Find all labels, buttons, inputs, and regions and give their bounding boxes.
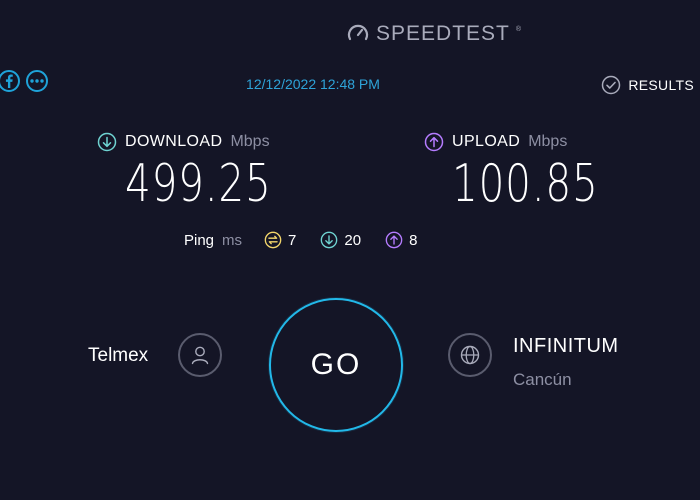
latency-icon	[264, 231, 282, 249]
server-location: Cancún	[513, 370, 572, 389]
arrow-up-circle-icon	[385, 231, 403, 249]
results-label: RESULTS	[628, 77, 694, 93]
ping-download-value: 20	[344, 231, 362, 249]
brand-name: SPEEDTEST	[376, 22, 510, 45]
arrow-down-circle-icon	[321, 231, 338, 249]
isp-name: Telmex	[88, 345, 149, 366]
ping-upload-value: 8	[409, 231, 418, 249]
download-value: 499.25	[125, 154, 272, 214]
person-icon[interactable]	[178, 333, 222, 377]
download-unit: Mbps	[230, 133, 270, 150]
ping-idle-value: 7	[288, 231, 297, 249]
ping-upload: 8	[385, 231, 417, 249]
speedtest-logo: SPEEDTEST ®	[346, 22, 521, 46]
gauge-icon	[347, 24, 369, 41]
arrow-down-circle-icon	[97, 132, 117, 152]
download-metric: DOWNLOAD Mbps 499.25	[97, 132, 313, 210]
ping-label: Ping	[184, 231, 215, 249]
ping-unit: ms	[222, 231, 243, 249]
go-label: GO	[310, 348, 362, 381]
go-button[interactable]: GO	[269, 298, 403, 432]
test-timestamp: 12/12/2022 12:48 PM	[246, 76, 380, 92]
upload-value: 100.85	[452, 154, 599, 214]
check-circle-icon	[602, 75, 621, 95]
server-name[interactable]: INFINITUM	[513, 335, 619, 358]
speedtest-screen: SPEEDTEST ® 12/12/2022 12:48 PM RESULTS	[0, 0, 700, 500]
ping-idle: 7	[264, 231, 296, 249]
ping-row: Ping ms 7 20 8	[184, 231, 441, 249]
download-label: DOWNLOAD	[125, 133, 223, 150]
arrow-up-circle-icon	[424, 132, 444, 152]
upload-metric: UPLOAD Mbps 100.85	[424, 132, 640, 210]
ping-download: 20	[320, 231, 361, 249]
upload-label: UPLOAD	[452, 133, 521, 150]
upload-unit: Mbps	[528, 133, 568, 150]
brand-trademark: ®	[515, 26, 522, 33]
globe-icon[interactable]	[448, 333, 492, 377]
results-button[interactable]: RESULTS	[601, 75, 694, 95]
